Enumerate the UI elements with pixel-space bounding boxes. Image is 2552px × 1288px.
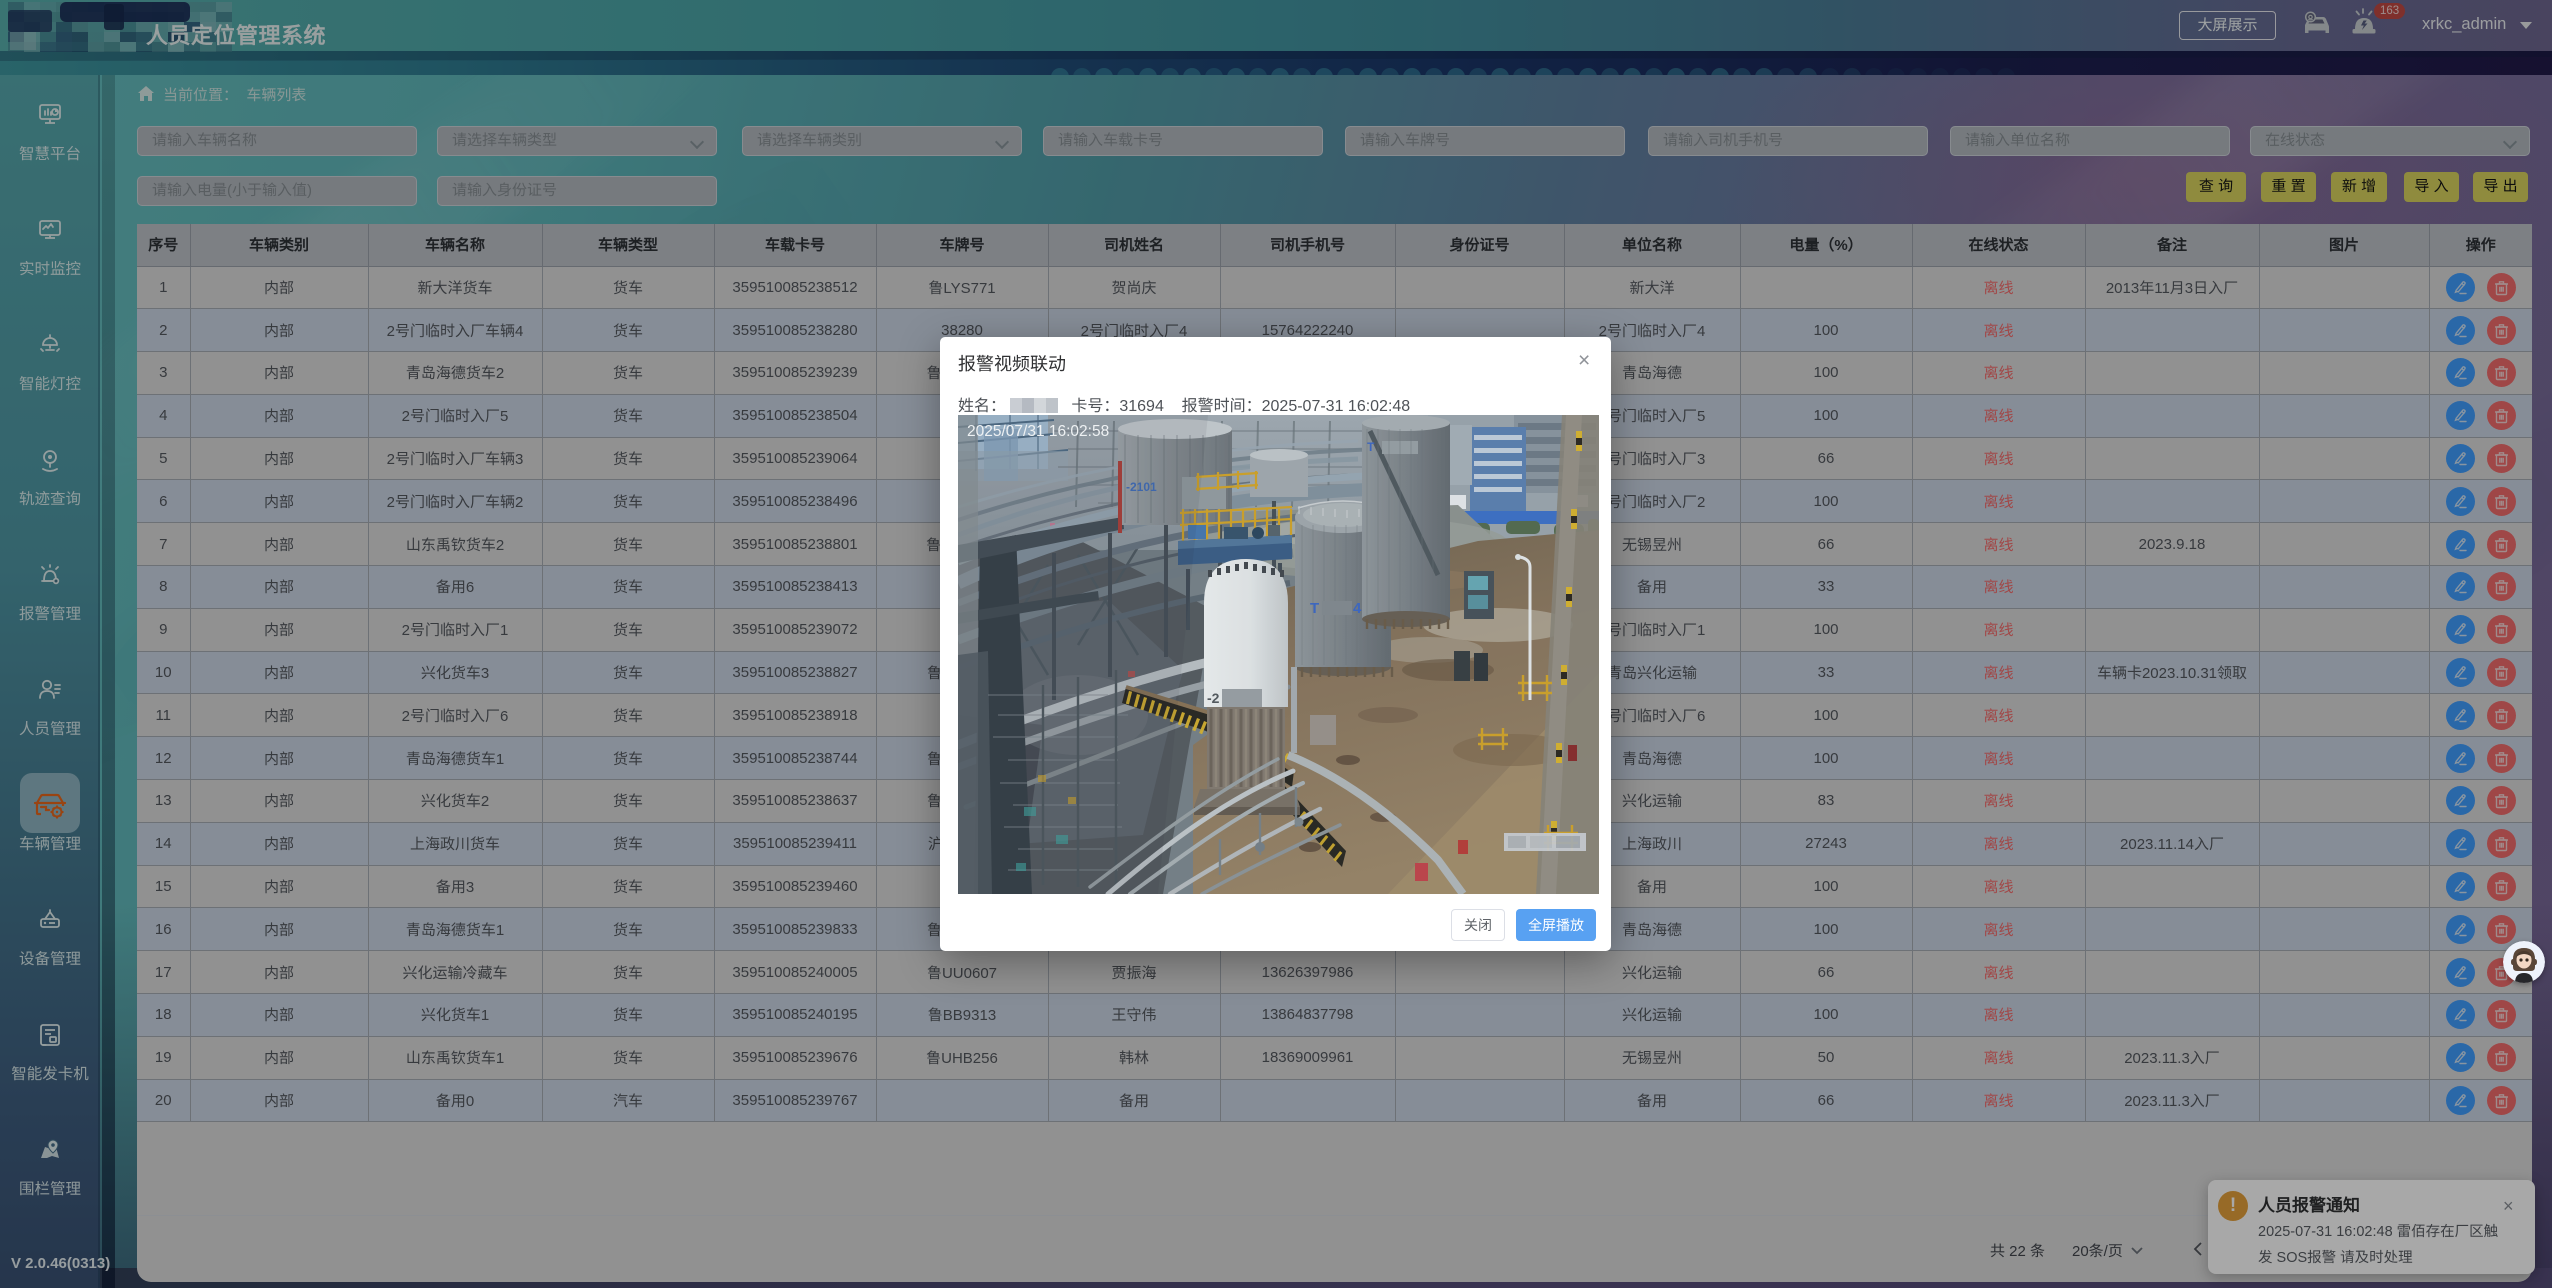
svg-text:2025/07/31 16:02:58: 2025/07/31 16:02:58 (967, 423, 1109, 440)
